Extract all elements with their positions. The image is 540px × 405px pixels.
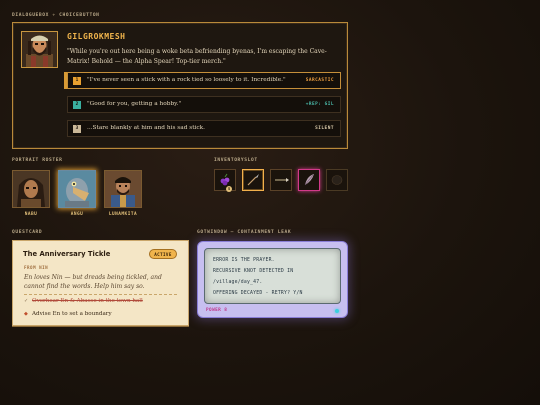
choice-button-1[interactable]: 1 "I've never seen a stick with a rock t… (67, 72, 341, 89)
quest-divider (24, 294, 177, 295)
choice-button-3[interactable]: 3 ...Stare blankly at him and his sad st… (67, 120, 341, 137)
robed-man-portrait (105, 171, 141, 207)
label-part: DIALOGUEBOX (12, 13, 50, 18)
choice-text: ...Stare blankly at him and his sad stic… (87, 125, 206, 131)
bearded-warrior-portrait (22, 32, 57, 67)
inventory-section-label: INVENTORYSLOT (214, 158, 258, 163)
quest-title: The Anniversary Tickle (23, 250, 111, 258)
terminal-line: /village/day_47. (213, 280, 263, 285)
quest-status-badge: ACTIVE (149, 249, 177, 259)
roster-card-lunamkita[interactable]: LUNAMKITA (104, 170, 142, 217)
diamond-bullet-icon: ◆ (24, 311, 28, 317)
arrow-icon (275, 178, 289, 182)
dialogue-section-label: DIALOGUEBOX + CHOICEBUTTON (12, 13, 100, 18)
check-icon: ✓ (24, 298, 29, 304)
hooded-woman-portrait (13, 171, 49, 207)
inventory-slot-4[interactable] (298, 169, 320, 191)
choice-number: 1 (73, 77, 81, 85)
feather-icon (304, 174, 314, 186)
roster-card-nabu[interactable]: NABU (12, 170, 50, 217)
speaker-name: GILGROKMESH (67, 32, 126, 41)
inventory-slot-1[interactable]: 5 (214, 169, 236, 192)
terminal-screen: ERROR IS THE PRAYER. RECURSIVE KNOT DETE… (204, 248, 341, 304)
choice-tag: SILENT (315, 126, 334, 131)
roster-name: LUNAMKITA (108, 212, 138, 217)
quest-objective-2: ◆ Advise En to set a boundary (24, 311, 112, 317)
power-led-icon (335, 309, 339, 313)
dialogue-box: GILGROKMESH "While you're out here being… (12, 22, 348, 149)
roster-section-label: PORTRAIT ROSTER (12, 158, 63, 163)
quest-description: En loves Nin — but dreads being tickled,… (24, 274, 162, 290)
speaker-portrait (21, 31, 58, 68)
berries-icon (220, 173, 230, 186)
shoebill-bird-portrait (59, 171, 95, 207)
terminal-line: ERROR IS THE PRAYER. (213, 258, 275, 263)
choice-number: 3 (73, 125, 81, 133)
terminal-line: OFFERING DECAYED - RETRY? Y/N (213, 291, 303, 296)
quest-objective-1: ✓ Overhear En & Abasse in the town hall (24, 298, 143, 304)
quest-giver: FROM NIN (24, 265, 49, 270)
spear-icon (247, 174, 259, 186)
roster-name: NABU (24, 212, 38, 217)
roster-portrait-frame (58, 170, 96, 208)
inventory-slot-5[interactable] (326, 169, 348, 191)
choice-tag: SARCASTIC (305, 78, 334, 83)
dialogue-text: "While you're out here being a woke beta… (67, 48, 327, 65)
label-part: CHOICEBUTTON (59, 13, 100, 18)
terminal-section-label: GOTWINDOW — CONTAINMENT LEAK (197, 230, 292, 235)
inventory-slot-3[interactable] (270, 169, 292, 191)
choice-tag: +REP: GIL (305, 102, 334, 107)
roster-card-angu[interactable]: ANGU (58, 170, 96, 217)
power-indicator: POWER 8 (206, 308, 228, 313)
choice-button-2[interactable]: 2 "Good for you, getting a hobby." +REP:… (67, 96, 341, 113)
choice-number: 2 (73, 101, 81, 109)
objective-text: Overhear En & Abasse in the town hall (32, 298, 143, 304)
choice-text: "Good for you, getting a hobby." (87, 101, 182, 107)
item-count-badge: 5 (226, 186, 232, 192)
label-separator: + (52, 13, 56, 18)
containment-terminal: ERROR IS THE PRAYER. RECURSIVE KNOT DETE… (197, 241, 348, 318)
quest-section-label: QUESTCARD (12, 230, 43, 235)
objective-text: Advise En to set a boundary (32, 311, 112, 317)
inventory-slot-2[interactable] (242, 169, 264, 191)
choice-text: "I've never seen a stick with a rock tie… (87, 77, 286, 83)
roster-portrait-frame (12, 170, 50, 208)
roster-name: ANGU (70, 212, 84, 217)
terminal-line: RECURSIVE KNOT DETECTED IN (213, 269, 294, 274)
roster-portrait-frame (104, 170, 142, 208)
quest-card[interactable]: The Anniversary Tickle ACTIVE FROM NIN E… (12, 240, 189, 326)
stone-icon (331, 175, 343, 185)
